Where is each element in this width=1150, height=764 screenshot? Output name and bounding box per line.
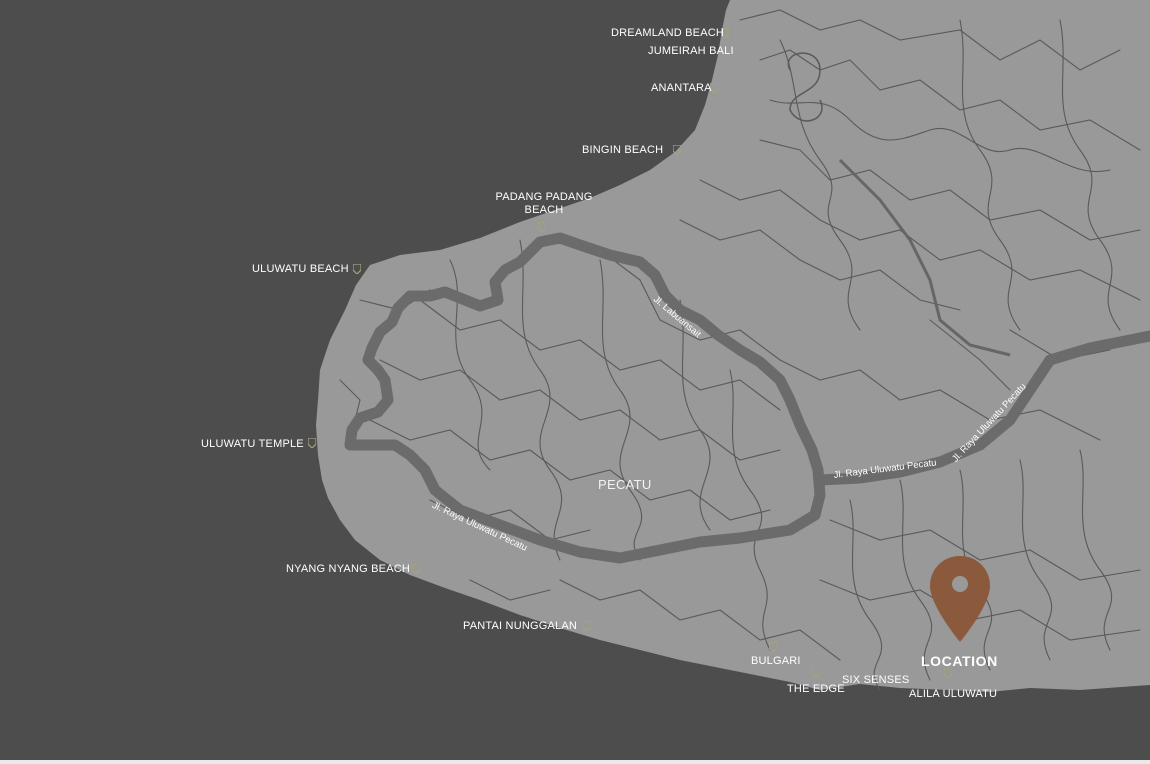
label-dreamland-beach[interactable]: DREAMLAND BEACH <box>611 27 724 40</box>
label-padang-line2: BEACH <box>524 204 564 216</box>
label-padang-line1: PADANG PADANG <box>495 191 593 203</box>
label-jumeirah-bali[interactable]: JUMEIRAH BALI <box>648 45 734 58</box>
poi-marker-icon[interactable] <box>673 145 681 155</box>
map-base <box>0 0 1150 760</box>
label-anantara[interactable]: ANANTARA <box>651 82 712 95</box>
poi-marker-icon[interactable] <box>944 668 952 678</box>
poi-marker-icon[interactable] <box>308 438 316 448</box>
label-padang-padang-beach[interactable]: PADANG PADANG BEACH <box>494 191 594 217</box>
poi-marker-icon[interactable] <box>538 222 546 232</box>
poi-marker-icon[interactable] <box>353 264 361 274</box>
town-label-pecatu: PECATU <box>598 477 652 492</box>
poi-marker-icon[interactable] <box>583 621 591 631</box>
location-label[interactable]: LOCATION <box>921 653 998 669</box>
poi-marker-icon[interactable] <box>812 667 820 677</box>
label-the-edge[interactable]: THE EDGE <box>787 683 845 696</box>
label-uluwatu-temple[interactable]: ULUWATU TEMPLE <box>201 438 304 451</box>
location-pin-icon[interactable] <box>928 554 992 644</box>
map[interactable]: DREAMLAND BEACH JUMEIRAH BALI ANANTARA B… <box>0 0 1150 760</box>
label-bingin-beach[interactable]: BINGIN BEACH <box>582 144 663 157</box>
poi-marker-icon[interactable] <box>412 564 420 574</box>
poi-marker-icon[interactable] <box>769 642 777 652</box>
label-nyang-nyang-beach[interactable]: NYANG NYANG BEACH <box>286 563 410 576</box>
label-bulgari[interactable]: BULGARI <box>751 655 801 668</box>
label-alila-uluwatu[interactable]: ALILA ULUWATU <box>909 688 997 701</box>
label-uluwatu-beach[interactable]: ULUWATU BEACH <box>252 263 349 276</box>
label-pantai-nunggalan[interactable]: PANTAI NUNGGALAN <box>463 620 577 633</box>
label-six-senses[interactable]: SIX SENSES <box>842 674 909 687</box>
